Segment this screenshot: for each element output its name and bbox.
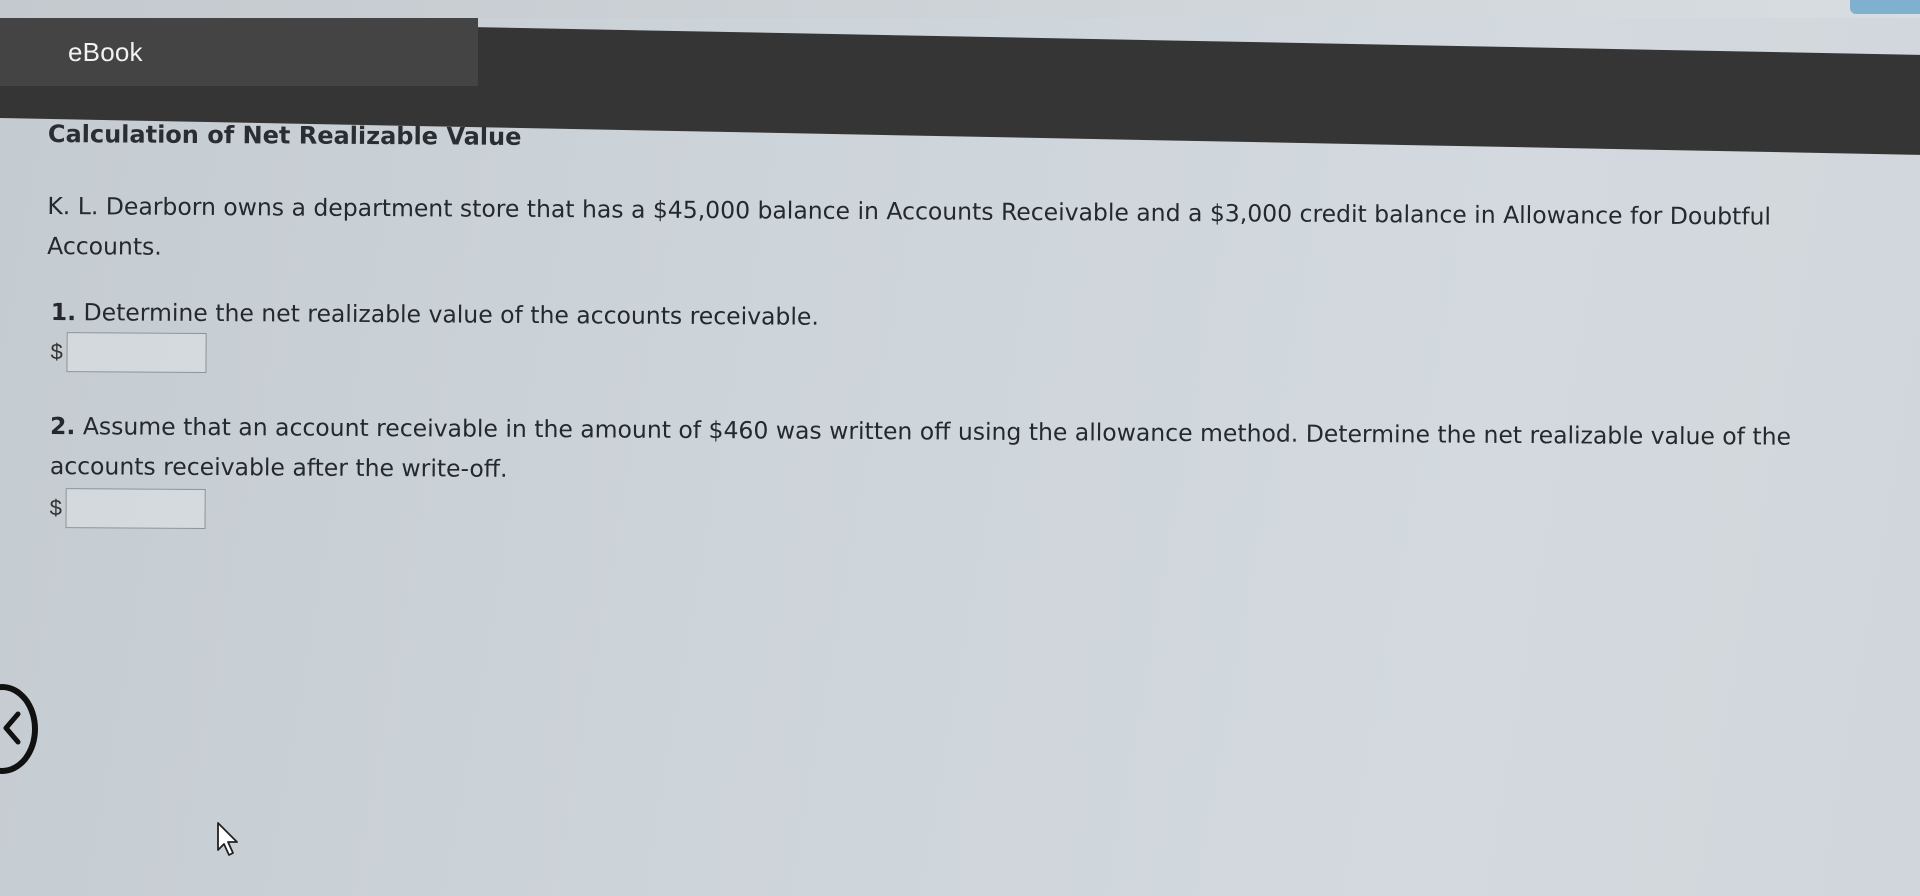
chevron-left-icon [3,711,21,745]
section-title: Calculation of Net Realizable Value [47,119,522,151]
question-1-number: 1. [50,298,77,327]
question-1-text: Determine the net realizable value of th… [83,298,819,331]
question-2-number: 2. [50,412,76,441]
problem-intro: K. L. Dearborn owns a department store t… [47,191,1772,261]
answer-row-2: $ [49,488,206,529]
top-strip [0,0,1920,18]
question-1: 1. Determine the net realizable value of… [51,292,1851,343]
answer-input-1[interactable] [66,332,207,373]
currency-symbol-1: $ [50,339,63,365]
ebook-title: eBook [68,36,143,67]
currency-symbol-2: $ [49,495,62,521]
answer-row-1: $ [50,332,207,373]
top-right-tab[interactable] [1850,0,1920,14]
mouse-pointer-icon [217,822,238,856]
answer-input-2[interactable] [65,488,206,529]
question-2: 2. Assume that an account receivable in … [50,406,1850,497]
side-nav-circle-icon[interactable] [0,684,38,774]
question-2-text: Assume that an account receivable in the… [49,412,1792,483]
ebook-tab[interactable]: eBook [0,18,478,86]
